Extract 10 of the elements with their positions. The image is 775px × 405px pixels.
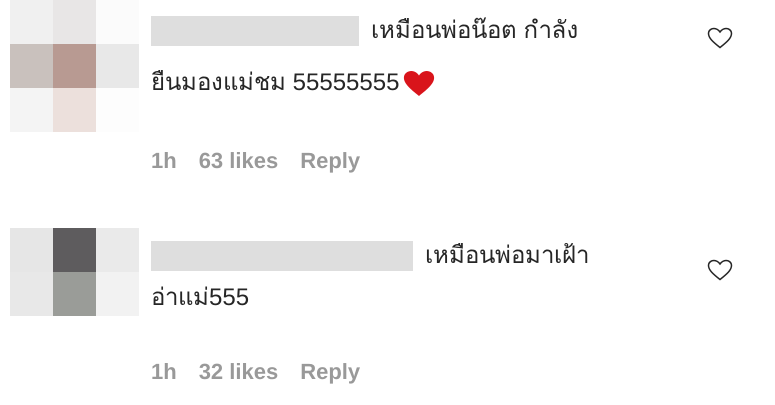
comment-time: 1h xyxy=(151,148,177,174)
comment-text: เหมือนพ่อน๊อต กำลัง xyxy=(371,16,579,46)
reply-button[interactable]: Reply xyxy=(300,148,360,174)
comment-text: อ่าแม่555 xyxy=(151,283,250,313)
likes-count[interactable]: 63 likes xyxy=(198,148,278,174)
reply-button[interactable]: Reply xyxy=(300,359,360,385)
comment-time: 1h xyxy=(151,359,177,385)
comment-text: ยืนมองแม่ชม 55555555 xyxy=(151,68,400,98)
likes-count[interactable]: 32 likes xyxy=(198,359,278,385)
comment-text: เหมือนพ่อมาเฝ้า xyxy=(425,241,589,271)
